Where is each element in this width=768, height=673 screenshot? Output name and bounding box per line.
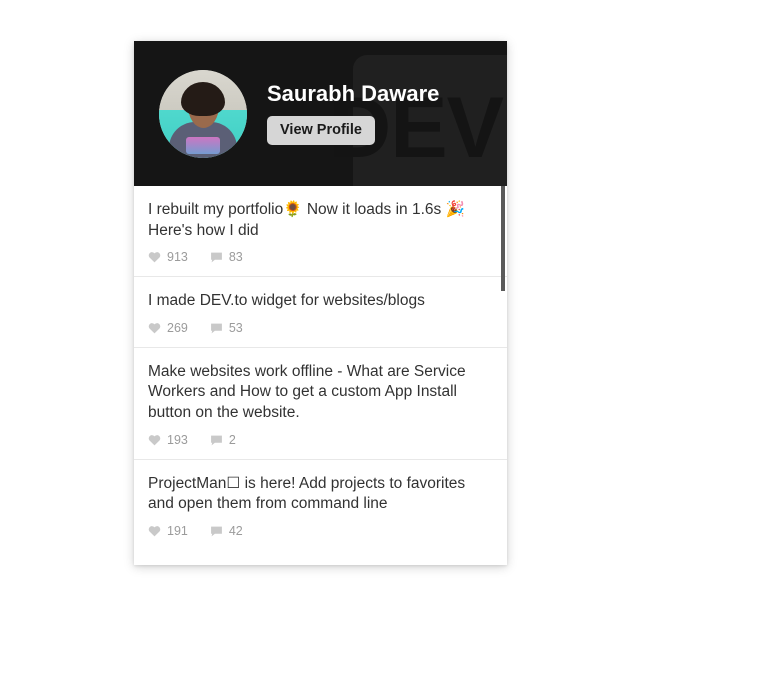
header-content: Saurabh Daware View Profile [134,41,507,186]
reactions-stat: 269 [148,321,188,335]
comment-icon [210,435,222,446]
comments-count: 53 [228,320,243,335]
post-stats: 191 42 [148,524,485,538]
header-text-group: Saurabh Daware View Profile [267,80,440,146]
heart-icon [148,434,161,446]
page-title: Saurabh Daware [267,80,440,106]
list-item[interactable]: I rebuilt my portfolio🌻 Now it loads in … [134,186,507,278]
post-title: ProjectMan☐ is here! Add projects to fav… [148,474,466,513]
comments-stat: 42 [210,524,243,538]
reactions-count: 191 [167,523,188,538]
post-title: Make websites work offline - What are Se… [148,362,466,422]
scrollbar-track[interactable] [499,186,507,565]
comments-count: 2 [228,432,236,447]
heart-icon [148,322,161,334]
comments-stat: 2 [210,433,236,447]
comment-icon [210,252,222,263]
list-item[interactable]: I made DEV.to widget for websites/blogs … [134,277,507,348]
post-stats: 193 2 [148,433,485,447]
reactions-stat: 913 [148,250,188,264]
list-item[interactable]: Make websites work offline - What are Se… [134,348,507,460]
comments-stat: 83 [210,250,243,264]
profile-header: DEV Saurabh Daware View Profile [134,41,507,186]
list-item[interactable]: ProjectMan☐ is here! Add projects to fav… [134,460,507,550]
comments-count: 42 [228,523,243,538]
reactions-count: 193 [167,432,188,447]
post-title: I rebuilt my portfolio🌻 Now it loads in … [148,201,465,239]
avatar-hair [181,81,225,116]
reactions-stat: 191 [148,524,188,538]
reactions-count: 269 [167,320,188,335]
post-stats: 913 83 [148,250,485,264]
post-stats: 269 53 [148,321,485,335]
avatar[interactable] [159,69,247,158]
comment-icon [210,323,222,334]
avatar-shirt-print [186,136,220,154]
comments-stat: 53 [210,321,243,335]
view-profile-button[interactable]: View Profile [267,116,375,146]
scrollbar-thumb[interactable] [501,186,505,291]
post-title: I made DEV.to widget for websites/blogs [148,292,425,310]
reactions-count: 913 [167,250,188,265]
reactions-stat: 193 [148,433,188,447]
comments-count: 83 [228,250,243,265]
heart-icon [148,252,161,263]
post-list[interactable]: I rebuilt my portfolio🌻 Now it loads in … [134,186,507,565]
dev-profile-widget: DEV Saurabh Daware View Profile I rebuil… [134,41,507,565]
comment-icon [210,526,222,537]
heart-icon [148,526,161,537]
